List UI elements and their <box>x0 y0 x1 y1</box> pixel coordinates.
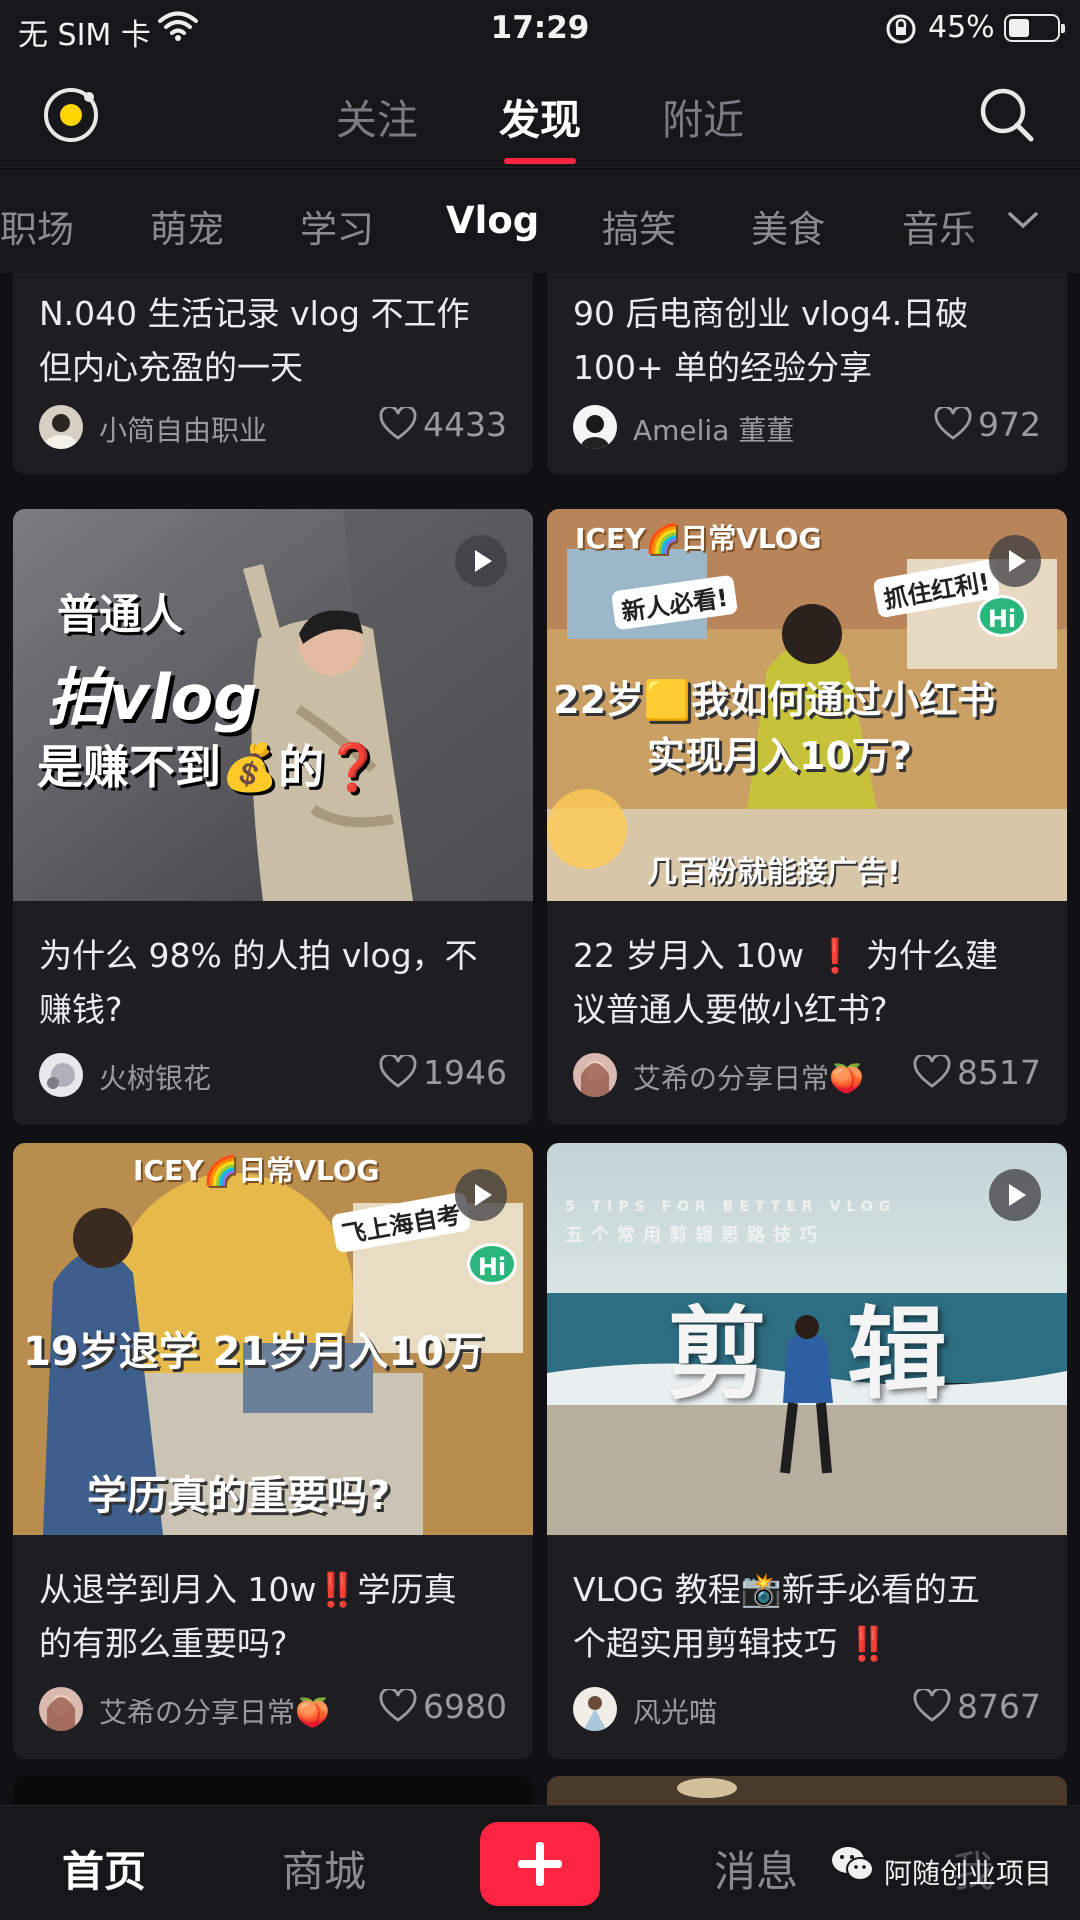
note-card[interactable]: 普通人 拍vlog 是赚不到💰的❓ 为什么 98% 的人拍 vlog，不 赚钱? … <box>13 509 533 1125</box>
avatar[interactable] <box>573 405 617 449</box>
nav-home[interactable]: 首页 <box>62 1838 146 1899</box>
battery-percent: 45% <box>928 10 995 45</box>
status-bar: 无 SIM 卡 17:29 45% <box>0 0 1080 58</box>
category-vlog[interactable]: Vlog <box>446 199 539 242</box>
card-title: N.040 生活记录 vlog 不工作 但内心充盈的一天 <box>39 294 470 387</box>
author-name[interactable]: 艾希の分享日常🍑 <box>99 1691 330 1731</box>
author-name[interactable]: 小简自由职业 <box>99 409 267 449</box>
heart-icon <box>913 1687 951 1722</box>
like-count[interactable]: 1946 <box>379 1053 507 1092</box>
author-name[interactable]: 火树银花 <box>99 1057 211 1097</box>
search-icon[interactable] <box>978 86 1036 144</box>
note-card[interactable]: ICEY🌈日常VLOG 新人必看! 抓住红利! Hi 22岁🟨我如何通过小红书 … <box>547 509 1067 1125</box>
heart-icon <box>379 405 417 440</box>
tab-discover[interactable]: 发现 <box>499 86 581 146</box>
video-thumbnail[interactable]: 5 TIPS FOR BETTER VLOG 五个常用剪辑思路技巧 剪 辑 <box>547 1143 1067 1535</box>
category-funny[interactable]: 搞笑 <box>602 199 676 253</box>
like-count[interactable]: 6980 <box>379 1687 507 1726</box>
avatar[interactable] <box>573 1053 617 1097</box>
chevron-down-icon[interactable] <box>1006 205 1040 239</box>
heart-icon <box>379 1687 417 1722</box>
category-study[interactable]: 学习 <box>300 199 374 253</box>
tab-nearby[interactable]: 附近 <box>662 86 744 146</box>
plus-icon[interactable] <box>480 1822 600 1906</box>
top-navigation: 关注 发现 附近 <box>0 58 1080 168</box>
video-thumbnail[interactable]: 普通人 拍vlog 是赚不到💰的❓ <box>13 509 533 901</box>
card-title: 从退学到月入 10w‼️学历真 的有那么重要吗? <box>39 1570 457 1663</box>
tab-follow[interactable]: 关注 <box>336 86 418 146</box>
play-icon <box>989 535 1041 587</box>
avatar[interactable] <box>573 1687 617 1731</box>
note-card[interactable]: 90 后电商创业 vlog4.日破 100+ 单的经验分享 Amelia 董董 9… <box>547 273 1067 474</box>
play-icon <box>989 1169 1041 1221</box>
like-count[interactable]: 8517 <box>913 1053 1041 1092</box>
note-card[interactable]: ICEY🌈日常VLOG 飞上海自考 Hi 19岁退学 21岁月入10万 学历真的… <box>13 1143 533 1759</box>
like-count[interactable]: 4433 <box>379 405 507 444</box>
category-food[interactable]: 美食 <box>751 199 825 253</box>
wifi-icon <box>158 10 198 46</box>
avatar[interactable] <box>39 405 83 449</box>
feed-grid: N.040 生活记录 vlog 不工作 但内心充盈的一天 小简自由职业 4433 … <box>0 273 1080 1805</box>
category-bar: 职场 萌宠 学习 Vlog 搞笑 美食 音乐 <box>0 169 1080 273</box>
author-name[interactable]: Amelia 董董 <box>633 409 794 449</box>
heart-icon <box>913 1053 951 1088</box>
video-thumbnail[interactable]: ICEY🌈日常VLOG 飞上海自考 Hi 19岁退学 21岁月入10万 学历真的… <box>13 1143 533 1535</box>
heart-icon <box>379 1053 417 1088</box>
video-thumbnail[interactable]: ICEY🌈日常VLOG 新人必看! 抓住红利! Hi 22岁🟨我如何通过小红书 … <box>547 509 1067 901</box>
heart-icon <box>934 405 972 440</box>
category-pets[interactable]: 萌宠 <box>150 199 224 253</box>
note-card[interactable]: 5 TIPS FOR BETTER VLOG 五个常用剪辑思路技巧 剪 辑 VL… <box>547 1143 1067 1759</box>
feed-tabs: 关注 发现 附近 <box>0 86 1080 146</box>
rotation-lock-icon <box>884 12 918 50</box>
avatar[interactable] <box>39 1053 83 1097</box>
watermark-text: 阿随创业项目 <box>884 1857 1053 1890</box>
carrier-label: 无 SIM 卡 <box>18 18 151 53</box>
card-title: 90 后电商创业 vlog4.日破 100+ 单的经验分享 <box>573 294 969 387</box>
nav-mall[interactable]: 商城 <box>282 1838 366 1899</box>
wechat-icon <box>830 1844 876 1888</box>
author-name[interactable]: 风光喵 <box>633 1691 717 1731</box>
avatar[interactable] <box>39 1687 83 1731</box>
note-card-partial[interactable] <box>547 1776 1067 1805</box>
note-card-partial[interactable] <box>13 1776 533 1805</box>
like-count[interactable]: 8767 <box>913 1687 1041 1726</box>
play-icon <box>455 1169 507 1221</box>
card-title: VLOG 教程📸新手必看的五 个超实用剪辑技巧 ‼️ <box>573 1570 980 1663</box>
battery-icon <box>1004 14 1065 42</box>
card-title: 22 岁月入 10w ❗ 为什么建 议普通人要做小红书? <box>573 936 999 1029</box>
author-name[interactable]: 艾希の分享日常🍑 <box>633 1057 864 1097</box>
play-icon <box>455 535 507 587</box>
category-workplace[interactable]: 职场 <box>0 199 74 253</box>
like-count[interactable]: 972 <box>934 405 1041 444</box>
note-card[interactable]: N.040 生活记录 vlog 不工作 但内心充盈的一天 小简自由职业 4433 <box>13 273 533 474</box>
nav-messages[interactable]: 消息 <box>714 1838 798 1899</box>
card-title: 为什么 98% 的人拍 vlog，不 赚钱? <box>39 936 478 1029</box>
